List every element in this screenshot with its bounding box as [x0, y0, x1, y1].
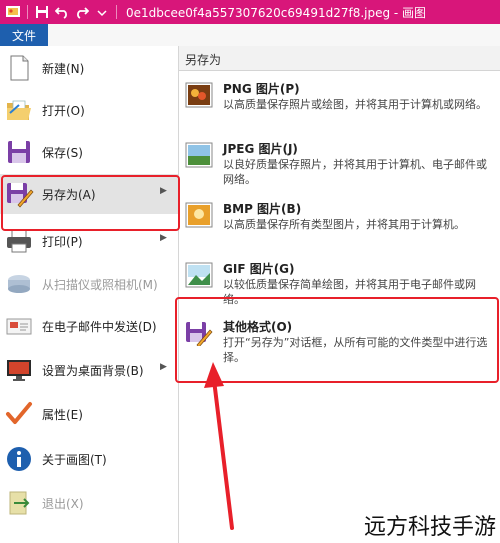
watermark-text: 远方科技手游	[363, 515, 496, 540]
annotation-arrow	[204, 362, 234, 530]
